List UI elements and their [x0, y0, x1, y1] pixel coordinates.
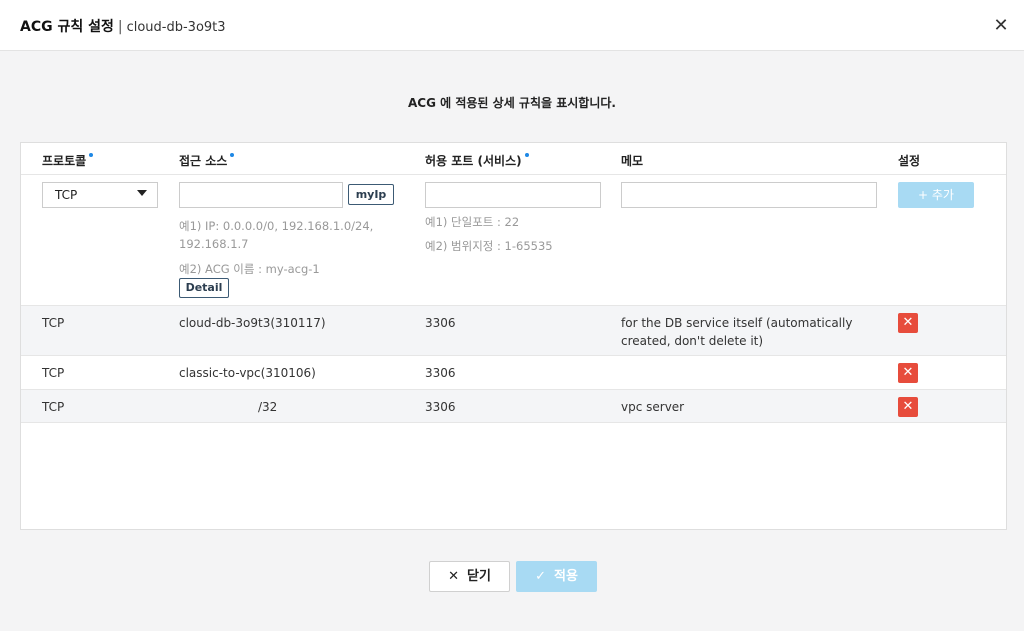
my-ip-button[interactable]: myIp	[348, 184, 394, 205]
check-icon: ✓	[535, 569, 546, 584]
apply-button[interactable]: ✓ 적용	[516, 561, 597, 592]
source-hint-ip: 예1) IP: 0.0.0.0/0, 192.168.1.0/24, 192.1…	[179, 219, 374, 251]
rule-source: classic-to-vpc(310106)	[179, 366, 316, 380]
title-separator: |	[117, 19, 123, 35]
source-input[interactable]	[179, 182, 343, 208]
close-button-label: 닫기	[466, 569, 491, 584]
page-title: ACG 규칙 설정	[20, 19, 114, 35]
required-dot-icon	[230, 153, 235, 157]
table-row: TCP classic-to-vpc(310106) 3306 ✕	[21, 355, 1006, 389]
caret-down-icon	[137, 190, 147, 196]
column-header-port: 허용 포트 (서비스)	[425, 152, 529, 169]
close-button[interactable]: ✕ 닫기	[429, 561, 510, 592]
port-hint-range: 예2) 범위지정 : 1-65535	[425, 239, 553, 253]
rule-port: 3306	[425, 366, 456, 380]
rule-protocol: TCP	[42, 400, 65, 414]
delete-rule-icon[interactable]: ✕	[898, 313, 918, 333]
port-hint-single: 예1) 단일포트 : 22	[425, 215, 520, 229]
source-hint-acg: 예2) ACG 이름 : my-acg-1	[179, 262, 320, 276]
column-header-source: 접근 소스	[179, 152, 235, 169]
acg-rules-panel: 프로토콜 접근 소스 허용 포트 (서비스) 메모 설정 TCP myIp + …	[20, 142, 1007, 530]
rule-source: /32	[258, 400, 278, 414]
required-dot-icon	[524, 153, 529, 157]
rule-memo: vpc server	[621, 400, 685, 414]
rule-protocol: TCP	[42, 366, 65, 380]
rule-source: cloud-db-3o9t3(310117)	[179, 316, 326, 330]
table-row: TCP cloud-db-3o9t3(310117) 3306 for the …	[21, 305, 1006, 356]
rule-port: 3306	[425, 400, 456, 414]
delete-rule-icon[interactable]: ✕	[898, 397, 918, 417]
table-header: 프로토콜 접근 소스 허용 포트 (서비스) 메모 설정	[21, 143, 1006, 175]
port-input[interactable]	[425, 182, 601, 208]
close-icon: ✕	[448, 569, 459, 584]
column-header-memo: 메모	[621, 154, 644, 168]
db-instance-name: cloud-db-3o9t3	[126, 20, 226, 35]
rule-port: 3306	[425, 316, 456, 330]
dialog-header: ACG 규칙 설정 | cloud-db-3o9t3 ✕	[0, 0, 1024, 51]
add-rule-button[interactable]: + 추가	[898, 182, 974, 208]
dialog-title: ACG 규칙 설정 | cloud-db-3o9t3	[20, 16, 226, 36]
delete-rule-icon[interactable]: ✕	[898, 363, 918, 383]
protocol-select[interactable]: TCP	[42, 182, 158, 208]
protocol-select-value: TCP	[55, 188, 78, 202]
rule-memo: for the DB service itself (automatically…	[621, 316, 853, 348]
table-row: TCP /32 3306 vpc server ✕	[21, 389, 1006, 423]
description-text: ACG 에 적용된 상세 규칙을 표시합니다.	[408, 96, 616, 110]
column-header-protocol: 프로토콜	[42, 152, 94, 169]
apply-button-label: 적용	[553, 569, 578, 584]
required-dot-icon	[89, 153, 94, 157]
detail-button[interactable]: Detail	[179, 278, 229, 298]
close-icon[interactable]: ✕	[990, 15, 1012, 37]
memo-input[interactable]	[621, 182, 877, 208]
rule-protocol: TCP	[42, 316, 65, 330]
column-header-settings: 설정	[898, 154, 921, 168]
